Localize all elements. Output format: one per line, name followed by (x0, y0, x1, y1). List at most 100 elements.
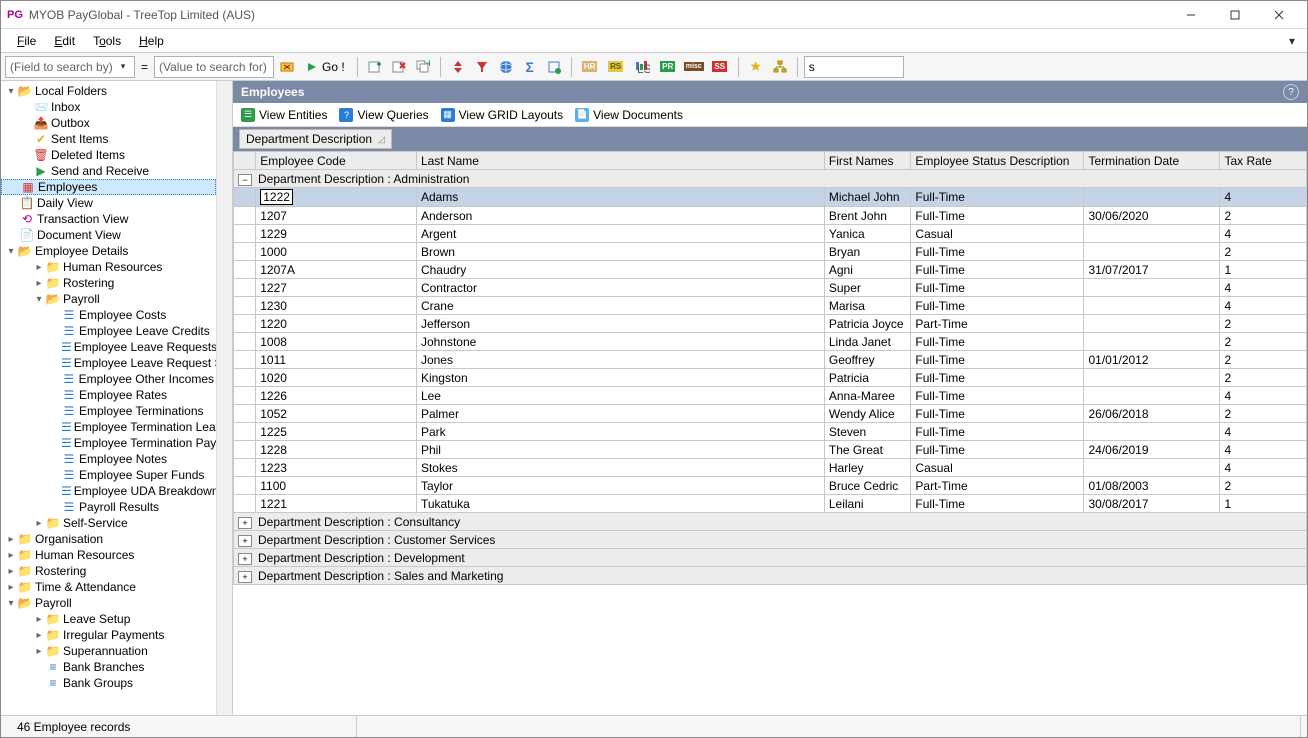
cell-status[interactable]: Full-Time (911, 387, 1084, 405)
cell-status[interactable]: Full-Time (911, 369, 1084, 387)
ss-badge-button[interactable]: SS (708, 56, 732, 78)
cell-rate[interactable]: 2 (1220, 207, 1307, 225)
cell-last[interactable]: Jones (416, 351, 824, 369)
table-row[interactable]: 1228PhilThe GreatFull-Time24/06/20194 (234, 441, 1307, 459)
cell-first[interactable]: Patricia (824, 369, 911, 387)
quick-search-input[interactable]: s (804, 56, 904, 78)
cell-last[interactable]: Brown (416, 243, 824, 261)
table-row[interactable]: 1000BrownBryanFull-Time2 (234, 243, 1307, 261)
close-button[interactable] (1257, 2, 1301, 28)
cell-term[interactable] (1084, 243, 1220, 261)
cell-term[interactable]: 26/06/2018 (1084, 405, 1220, 423)
table-row[interactable]: 1207AndersonBrent JohnFull-Time30/06/202… (234, 207, 1307, 225)
cell-rate[interactable]: 4 (1220, 225, 1307, 243)
tree-payroll-item[interactable]: ☰Employee UDA Breakdowns (1, 483, 216, 499)
cell-last[interactable]: Adams (416, 188, 824, 207)
table-row[interactable]: 1226LeeAnna-MareeFull-Time4 (234, 387, 1307, 405)
tree-payroll-item[interactable]: ☰Employee Terminations (1, 403, 216, 419)
cell-last[interactable]: Crane (416, 297, 824, 315)
cell-last[interactable]: Palmer (416, 405, 824, 423)
cell-term[interactable] (1084, 279, 1220, 297)
cell-rate[interactable]: 2 (1220, 315, 1307, 333)
cell-status[interactable]: Full-Time (911, 423, 1084, 441)
tree-transaction-view[interactable]: ⟲Transaction View (1, 211, 216, 227)
sort-button[interactable] (447, 56, 469, 78)
cell-code[interactable]: 1011 (256, 351, 417, 369)
cell-rate[interactable]: 4 (1220, 279, 1307, 297)
cell-last[interactable]: Tukatuka (416, 495, 824, 513)
tree-payroll-item[interactable]: ☰Employee Leave Credits (1, 323, 216, 339)
cell-status[interactable]: Full-Time (911, 351, 1084, 369)
cell-rate[interactable]: 2 (1220, 351, 1307, 369)
cell-rate[interactable]: 4 (1220, 188, 1307, 207)
cell-code[interactable]: 1228 (256, 441, 417, 459)
tree-inbox[interactable]: 📨Inbox (1, 99, 216, 115)
cell-rate[interactable]: 2 (1220, 477, 1307, 495)
cell-status[interactable]: Full-Time (911, 243, 1084, 261)
cell-term[interactable]: 30/08/2017 (1084, 495, 1220, 513)
cell-last[interactable]: Jefferson (416, 315, 824, 333)
cell-code[interactable]: 1020 (256, 369, 417, 387)
cell-code[interactable]: 1052 (256, 405, 417, 423)
tree-sendrecv[interactable]: ▶Send and Receive (1, 163, 216, 179)
tree-payroll2-item[interactable]: ▸📁Irregular Payments (1, 627, 216, 643)
table-row[interactable]: 1052PalmerWendy AliceFull-Time26/06/2018… (234, 405, 1307, 423)
tree-payroll-item[interactable]: ☰Employee Super Funds (1, 467, 216, 483)
pr-badge-button[interactable]: PR (656, 56, 680, 78)
cell-term[interactable] (1084, 423, 1220, 441)
table-row[interactable]: 1221TukatukaLeilaniFull-Time30/08/20171 (234, 495, 1307, 513)
table-row[interactable]: 1207AChaudryAgniFull-Time31/07/20171 (234, 261, 1307, 279)
tree-ed-rostering[interactable]: ▸📁Rostering (1, 275, 216, 291)
view-documents[interactable]: 📄View Documents (575, 108, 683, 122)
search-field-combo[interactable]: (Field to search by) ▾ (5, 56, 135, 78)
cell-rate[interactable]: 2 (1220, 333, 1307, 351)
cell-term[interactable]: 01/08/2003 (1084, 477, 1220, 495)
col-tax-rate[interactable]: Tax Rate (1220, 152, 1307, 170)
table-row[interactable]: 1222AdamsMichael JohnFull-Time4 (234, 188, 1307, 207)
col-last-name[interactable]: Last Name (416, 152, 824, 170)
tree-payroll[interactable]: ▾📂Payroll (1, 595, 216, 611)
search-value-input[interactable]: (Value to search for) (154, 56, 274, 78)
cell-term[interactable] (1084, 369, 1220, 387)
table-row[interactable]: 1225ParkStevenFull-Time4 (234, 423, 1307, 441)
go-button[interactable]: Go ! (300, 56, 351, 78)
cell-code[interactable]: 1222 (256, 188, 417, 207)
cell-term[interactable] (1084, 459, 1220, 477)
tree-hr[interactable]: ▸📁Human Resources (1, 547, 216, 563)
cell-code[interactable]: 1221 (256, 495, 417, 513)
filter-button[interactable] (471, 56, 493, 78)
sum-button[interactable]: Σ (519, 56, 541, 78)
cell-first[interactable]: Linda Janet (824, 333, 911, 351)
nav-tree[interactable]: ▾📂Local Folders 📨Inbox 📤Outbox ✔Sent Ite… (1, 81, 216, 715)
cell-code[interactable]: 1000 (256, 243, 417, 261)
cell-first[interactable]: Brent John (824, 207, 911, 225)
menu-edit[interactable]: Edit (46, 32, 83, 50)
table-row[interactable]: 1227ContractorSuperFull-Time4 (234, 279, 1307, 297)
cell-rate[interactable]: 2 (1220, 369, 1307, 387)
cell-rate[interactable]: 2 (1220, 243, 1307, 261)
col-status[interactable]: Employee Status Description (911, 152, 1084, 170)
cell-code[interactable]: 1229 (256, 225, 417, 243)
org-chart-button[interactable] (769, 56, 791, 78)
tree-time-attendance[interactable]: ▸📁Time & Attendance (1, 579, 216, 595)
cell-code[interactable]: 1226 (256, 387, 417, 405)
cell-term[interactable] (1084, 297, 1220, 315)
add-record-button[interactable] (364, 56, 386, 78)
cell-term[interactable]: 24/06/2019 (1084, 441, 1220, 459)
tree-rostering[interactable]: ▸📁Rostering (1, 563, 216, 579)
cell-term[interactable]: 01/01/2012 (1084, 351, 1220, 369)
cell-status[interactable]: Full-Time (911, 441, 1084, 459)
col-first-names[interactable]: First Names (824, 152, 911, 170)
cell-last[interactable]: Argent (416, 225, 824, 243)
cell-status[interactable]: Full-Time (911, 188, 1084, 207)
cell-term[interactable] (1084, 225, 1220, 243)
tree-payroll2-item[interactable]: ≡Bank Branches (1, 659, 216, 675)
menu-help[interactable]: Help (131, 32, 172, 50)
clear-search-button[interactable] (276, 56, 298, 78)
cell-last[interactable]: Park (416, 423, 824, 441)
cell-first[interactable]: Patricia Joyce (824, 315, 911, 333)
cell-last[interactable]: Johnstone (416, 333, 824, 351)
cell-status[interactable]: Full-Time (911, 261, 1084, 279)
cell-term[interactable] (1084, 387, 1220, 405)
expand-icon[interactable]: + (238, 553, 252, 565)
